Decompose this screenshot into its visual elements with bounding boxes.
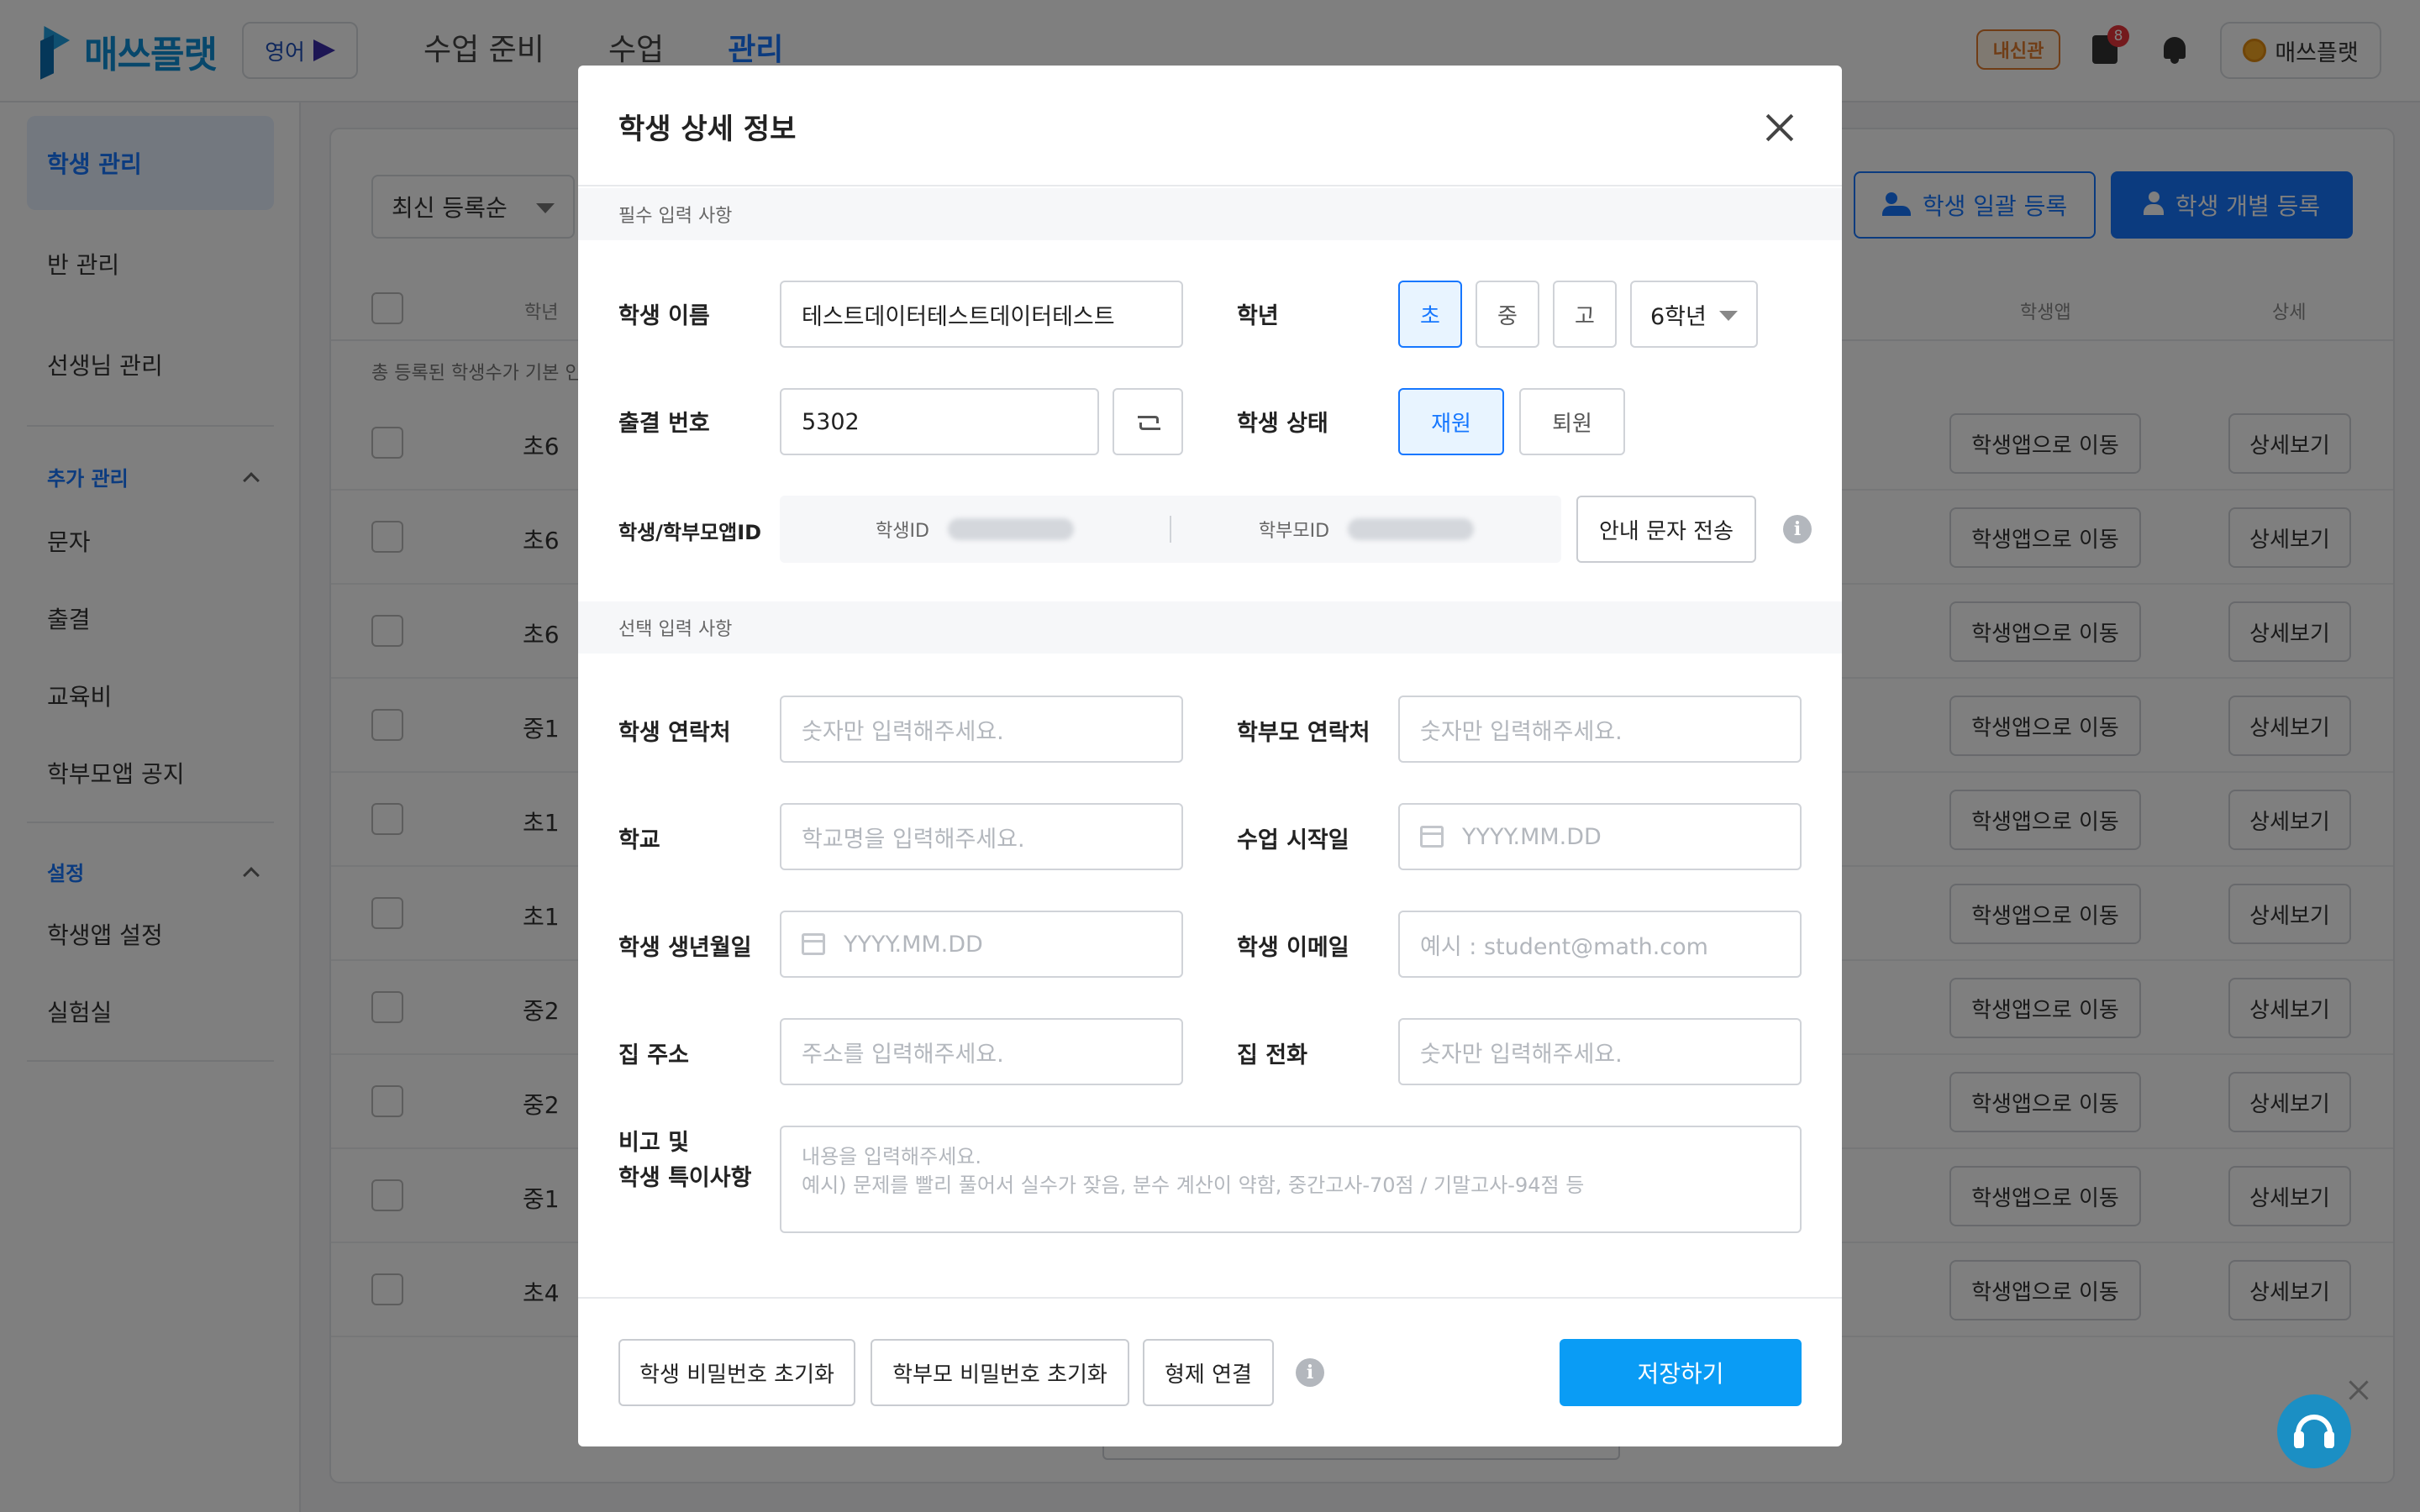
- sibling-link-button[interactable]: 형제 연결: [1143, 1339, 1274, 1406]
- send-guide-sms-button[interactable]: 안내 문자 전송: [1576, 496, 1756, 563]
- refresh-icon: [1138, 412, 1160, 431]
- regenerate-number-button[interactable]: [1113, 388, 1183, 455]
- notes-placeholder-line1: 내용을 입력해주세요.: [802, 1145, 981, 1168]
- status-enrolled-button[interactable]: 재원: [1398, 388, 1504, 455]
- parent-id-field: 학부모ID: [1171, 516, 1561, 543]
- level-elementary-button[interactable]: 초: [1398, 281, 1462, 348]
- modal-footer-divider: [578, 1297, 1842, 1299]
- student-id-field: 학생ID: [780, 516, 1170, 543]
- status-withdrawn-button[interactable]: 퇴원: [1519, 388, 1625, 455]
- grade-label: 학년: [1237, 303, 1279, 329]
- student-name-label: 학생 이름: [618, 303, 710, 329]
- student-phone-label: 학생 연락처: [618, 720, 731, 746]
- student-detail-modal: 학생 상세 정보 필수 입력 사항 학생 이름 테스트데이터테스트데이터테스트 …: [578, 66, 1842, 1446]
- app-id-box: 학생ID 학부모ID: [780, 496, 1561, 563]
- parent-phone-input[interactable]: 숫자만 입력해주세요.: [1398, 696, 1802, 763]
- notes-textarea[interactable]: 내용을 입력해주세요. 예시) 문제를 빨리 풀어서 실수가 잦음, 분수 계산…: [780, 1126, 1802, 1233]
- optional-section-header: 선택 입력 사항: [578, 601, 1842, 654]
- student-id-label: 학생ID: [876, 521, 929, 542]
- reset-parent-password-button[interactable]: 학부모 비밀번호 초기화: [871, 1339, 1129, 1406]
- student-name-input[interactable]: 테스트데이터테스트데이터테스트: [780, 281, 1183, 348]
- birth-date-label: 학생 생년월일: [618, 935, 752, 961]
- address-label: 집 주소: [618, 1042, 689, 1068]
- school-label: 학교: [618, 827, 660, 853]
- grade-select[interactable]: 6학년: [1630, 281, 1758, 348]
- modal-title: 학생 상세 정보: [618, 113, 797, 146]
- student-id-value-blurred: [947, 518, 1074, 540]
- caret-down-icon: [1719, 311, 1738, 321]
- save-button[interactable]: 저장하기: [1560, 1339, 1802, 1406]
- parent-id-value-blurred: [1348, 518, 1475, 540]
- home-phone-input[interactable]: 숫자만 입력해주세요.: [1398, 1018, 1802, 1085]
- birth-date-placeholder: YYYY.MM.DD: [844, 931, 983, 958]
- info-icon[interactable]: i: [1296, 1358, 1324, 1387]
- attendance-number-label: 출결 번호: [618, 411, 710, 437]
- class-start-date-placeholder: YYYY.MM.DD: [1462, 823, 1602, 850]
- birth-date-input[interactable]: YYYY.MM.DD: [780, 911, 1183, 978]
- reset-student-password-button[interactable]: 학생 비밀번호 초기화: [618, 1339, 855, 1406]
- app-id-label: 학생/학부모앱ID: [618, 521, 762, 544]
- class-start-date-input[interactable]: YYYY.MM.DD: [1398, 803, 1802, 870]
- home-phone-label: 집 전화: [1237, 1042, 1307, 1068]
- parent-id-label: 학부모ID: [1258, 521, 1330, 542]
- close-icon[interactable]: [2346, 1378, 2371, 1403]
- class-start-date-label: 수업 시작일: [1237, 827, 1349, 853]
- attendance-number-input[interactable]: 5302: [780, 388, 1099, 455]
- required-section-header: 필수 입력 사항: [578, 188, 1842, 240]
- notes-label-line2: 학생 특이사항: [618, 1165, 752, 1191]
- level-middle-button[interactable]: 중: [1476, 281, 1539, 348]
- grade-value: 6학년: [1650, 303, 1707, 330]
- level-high-button[interactable]: 고: [1553, 281, 1617, 348]
- school-input[interactable]: 학교명을 입력해주세요.: [780, 803, 1183, 870]
- headset-icon: [2294, 1415, 2334, 1448]
- calendar-icon: [1420, 826, 1444, 848]
- email-label: 학생 이메일: [1237, 935, 1349, 961]
- help-chat-button[interactable]: [2277, 1394, 2351, 1468]
- notes-label: 비고 및 학생 특이사항: [618, 1126, 751, 1196]
- parent-phone-label: 학부모 연락처: [1237, 720, 1370, 746]
- student-status-label: 학생 상태: [1237, 411, 1328, 437]
- student-phone-input[interactable]: 숫자만 입력해주세요.: [780, 696, 1183, 763]
- close-icon[interactable]: [1765, 113, 1795, 143]
- modal-header: 학생 상세 정보: [578, 66, 1842, 186]
- email-input[interactable]: 예시 : student@math.com: [1398, 911, 1802, 978]
- calendar-icon: [802, 933, 825, 955]
- notes-label-line1: 비고 및: [618, 1130, 689, 1156]
- info-icon[interactable]: i: [1783, 515, 1812, 543]
- notes-placeholder-line2: 예시) 문제를 빨리 풀어서 실수가 잦음, 분수 계산이 약함, 중간고사-7…: [802, 1173, 1585, 1197]
- address-input[interactable]: 주소를 입력해주세요.: [780, 1018, 1183, 1085]
